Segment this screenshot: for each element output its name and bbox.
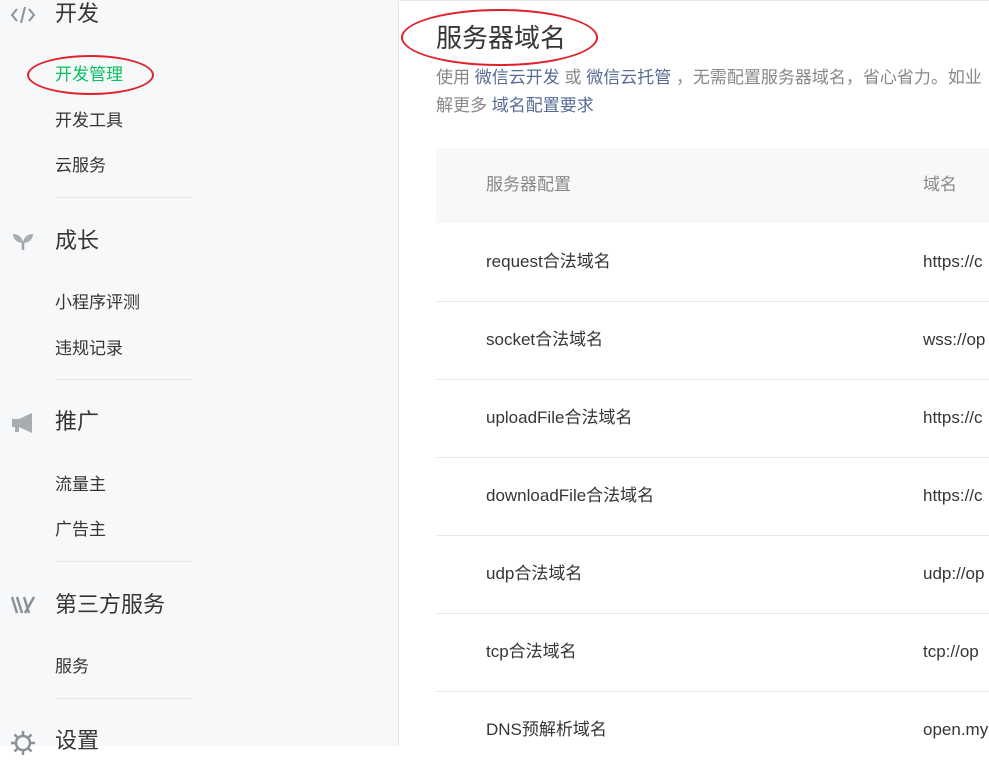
row-config-name: DNS预解析域名 bbox=[486, 720, 607, 739]
sidebar-item-dev-management[interactable]: 开发管理 bbox=[55, 63, 123, 87]
row-domain-value: https://c bbox=[923, 408, 983, 427]
megaphone-icon bbox=[8, 408, 38, 438]
sidebar-gutter bbox=[281, 0, 399, 746]
domain-config-requirements-link[interactable]: 域名配置要求 bbox=[492, 96, 594, 115]
desc-mid: 或 bbox=[564, 68, 582, 87]
sprout-icon bbox=[8, 227, 38, 257]
third-party-icon bbox=[8, 590, 38, 620]
nav-group-title: 成长 bbox=[55, 228, 100, 253]
nav-group-title: 推广 bbox=[55, 409, 100, 434]
divider bbox=[55, 561, 193, 562]
nav-group-title: 第三方服务 bbox=[55, 592, 166, 617]
row-config-name: tcp合法域名 bbox=[486, 642, 577, 661]
table-row: request合法域名 https://c bbox=[436, 223, 989, 302]
table-row: uploadFile合法域名 https://c bbox=[436, 379, 989, 458]
sidebar-item-traffic-owner[interactable]: 流量主 bbox=[55, 473, 106, 497]
table-header: 服务器配置 域名 bbox=[436, 148, 989, 223]
table-row: tcp合法域名 tcp://op bbox=[436, 613, 989, 692]
sidebar-item-dev-tools[interactable]: 开发工具 bbox=[55, 109, 123, 133]
table-row: downloadFile合法域名 https://c bbox=[436, 457, 989, 536]
wechat-cloud-dev-link[interactable]: 微信云开发 bbox=[475, 68, 560, 87]
row-config-name: request合法域名 bbox=[486, 252, 611, 271]
row-config-name: udp合法域名 bbox=[486, 564, 583, 583]
nav-group-promotion[interactable]: 推广 bbox=[0, 407, 281, 447]
row-config-name: downloadFile合法域名 bbox=[486, 486, 655, 505]
wechat-cloud-hosting-link[interactable]: 微信云托管 bbox=[586, 68, 671, 87]
sidebar: 开发 开发管理 开发工具 云服务 成长 小程序评测 违规记录 推广 流量主 广告… bbox=[0, 0, 281, 755]
table-row: socket合法域名 wss://op bbox=[436, 301, 989, 380]
row-domain-value: tcp://op bbox=[923, 642, 979, 661]
table-row: DNS预解析域名 open.my bbox=[436, 691, 989, 769]
row-config-name: uploadFile合法域名 bbox=[486, 408, 633, 427]
row-domain-value: wss://op bbox=[923, 330, 986, 349]
sidebar-item-evaluation[interactable]: 小程序评测 bbox=[55, 291, 140, 315]
row-domain-value: open.my bbox=[923, 720, 989, 739]
desc-prefix: 使用 bbox=[436, 68, 470, 87]
divider bbox=[55, 379, 193, 380]
column-header-config: 服务器配置 bbox=[486, 175, 571, 194]
nav-group-third-party[interactable]: 第三方服务 bbox=[0, 590, 281, 630]
row-config-name: socket合法域名 bbox=[486, 330, 604, 349]
nav-group-growth[interactable]: 成长 bbox=[0, 226, 281, 266]
sidebar-item-advertiser[interactable]: 广告主 bbox=[55, 518, 106, 542]
nav-group-settings[interactable]: 设置 bbox=[0, 726, 281, 766]
column-header-domain: 域名 bbox=[923, 175, 957, 194]
nav-group-dev[interactable]: 开发 bbox=[0, 0, 281, 40]
nav-group-title: 设置 bbox=[55, 728, 100, 753]
desc-suffix: ，无需配置服务器域名，省心省力。如业 bbox=[675, 68, 982, 87]
table-row: udp合法域名 udp://op bbox=[436, 535, 989, 614]
nav-group-title: 开发 bbox=[55, 1, 100, 26]
row-domain-value: https://c bbox=[923, 252, 983, 271]
sidebar-item-cloud-service[interactable]: 云服务 bbox=[55, 154, 106, 178]
divider bbox=[55, 698, 193, 699]
sidebar-item-service[interactable]: 服务 bbox=[55, 655, 89, 679]
row-domain-value: udp://op bbox=[923, 564, 985, 583]
gear-icon bbox=[8, 728, 38, 758]
page-description: 使用 微信云开发 或 微信云托管 ，无需配置服务器域名，省心省力。如业 解更多 … bbox=[436, 64, 989, 120]
page-title: 服务器域名 bbox=[436, 23, 567, 53]
sidebar-item-violations[interactable]: 违规记录 bbox=[55, 337, 123, 361]
code-icon bbox=[8, 0, 38, 30]
desc-line2-prefix: 解更多 bbox=[436, 96, 487, 115]
divider bbox=[55, 197, 193, 198]
row-domain-value: https://c bbox=[923, 486, 983, 505]
top-border bbox=[399, 0, 989, 6]
